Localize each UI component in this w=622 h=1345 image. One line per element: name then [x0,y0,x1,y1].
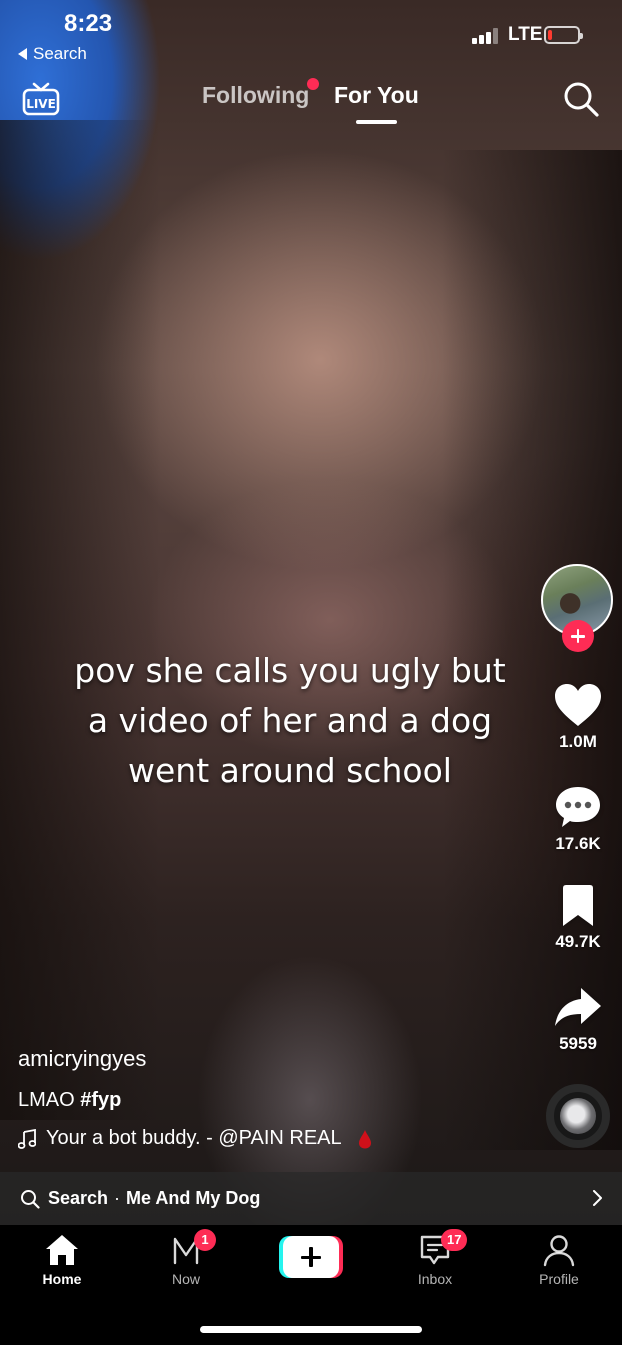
author-username[interactable]: amicryingyes [18,1046,146,1072]
post-description: LMAO #fyp [18,1089,121,1112]
caption-line: a video of her and a dog [87,701,493,740]
back-arrow-icon [18,48,27,60]
search-icon [564,82,599,117]
network-type: LTE [508,24,543,45]
tab-label: Home [42,1271,82,1287]
profile-icon [543,1235,575,1267]
search-label: Search [48,1188,109,1208]
tab-home[interactable]: Home [17,1233,107,1287]
music-note-icon [18,1128,36,1149]
back-label: Search [33,44,87,63]
follow-plus-button[interactable] [562,620,594,652]
sound-cover-image [560,1098,596,1134]
now-badge: 1 [194,1229,216,1251]
related-search-bar[interactable]: Search · Me And My Dog [0,1172,622,1225]
comment-button[interactable]: 17.6K [538,784,618,854]
create-post-button[interactable] [279,1236,343,1278]
bookmark-icon [563,885,593,926]
sound-ticker[interactable]: Your a bot buddy. - @PAIN REAL [18,1127,372,1150]
inbox-badge: 17 [441,1229,468,1251]
comment-count: 17.6K [555,834,601,853]
signal-strength-icon [472,28,500,44]
home-indicator[interactable] [200,1326,422,1333]
sound-title: Your a bot buddy. - @PAIN REAL [46,1127,342,1149]
share-button[interactable]: 5959 [538,986,618,1054]
back-to-search-link[interactable]: Search [18,44,87,64]
tab-now[interactable]: Now [141,1233,231,1287]
home-icon [46,1235,78,1265]
caption-line: went around school [128,751,452,790]
plus-icon [283,1236,339,1278]
save-button[interactable]: 49.7K [538,884,618,952]
status-time: 8:23 [64,10,113,37]
tab-for-you[interactable]: For You [334,82,419,109]
search-term: Me And My Dog [126,1188,261,1208]
tab-following[interactable]: Following [202,82,309,109]
feed-tabs: Following For You [0,78,622,124]
share-count: 5959 [559,1034,597,1053]
music-disc[interactable] [546,1084,610,1148]
hashtag-link[interactable]: #fyp [80,1089,121,1111]
search-icon [21,1189,40,1209]
chevron-right-icon [593,1190,602,1206]
video-background-detail [0,120,160,1120]
tab-label: Now [171,1271,200,1287]
battery-icon [544,26,583,44]
video-player[interactable] [0,0,622,1225]
description-text: LMAO [18,1089,81,1111]
following-notification-dot [307,78,319,90]
like-count: 1.0M [559,732,597,751]
comment-bubble-icon [556,787,600,827]
video-caption-overlay: pov she calls you ugly but a video of he… [40,646,540,796]
caption-line: pov she calls you ugly but [74,651,506,690]
tab-label: Profile [539,1271,579,1287]
search-button[interactable] [562,80,600,118]
like-button[interactable]: 1.0M [538,682,618,752]
save-count: 49.7K [555,932,601,951]
heart-icon [555,684,601,726]
blood-drop-emoji [358,1129,371,1148]
tab-profile[interactable]: Profile [514,1233,604,1287]
active-tab-indicator [356,120,397,124]
share-arrow-icon [555,988,601,1026]
search-separator: · [114,1188,121,1208]
tab-label: Inbox [417,1271,453,1287]
